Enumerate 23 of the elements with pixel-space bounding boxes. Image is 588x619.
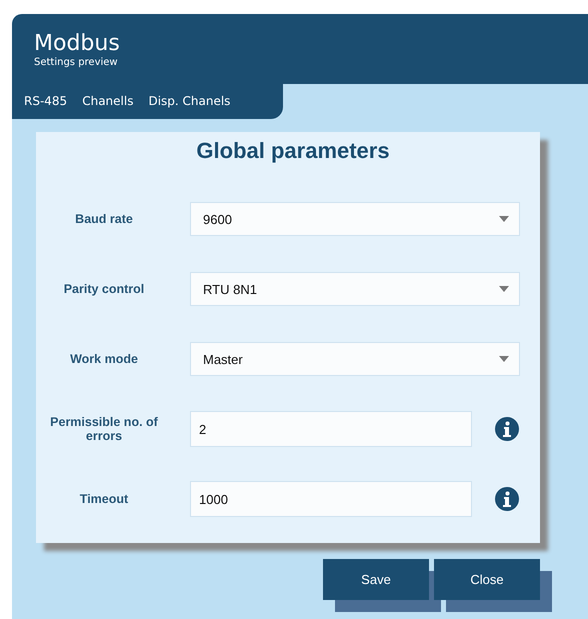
input-field[interactable]: 2 <box>190 411 472 447</box>
field-label: Work mode <box>69 352 139 366</box>
caret-icon <box>499 286 509 292</box>
field-label: Timeout <box>78 492 130 506</box>
info-icon[interactable] <box>495 417 519 441</box>
panel-title: Global parameters <box>195 138 391 164</box>
tab[interactable]: Disp. Chanels <box>148 92 230 112</box>
field-label: Baud rate <box>74 212 134 226</box>
field-label: Parity control <box>62 282 146 296</box>
info-icon[interactable] <box>495 487 519 511</box>
action-button[interactable]: Save <box>323 559 429 600</box>
dropdown-field[interactable]: RTU 8N1 <box>190 272 520 306</box>
tab[interactable]: Chanells <box>82 92 134 112</box>
dropdown-field[interactable]: Master <box>190 342 520 376</box>
field-label: Permissible no. of errors <box>49 415 159 443</box>
dropdown-field[interactable]: 9600 <box>190 202 520 236</box>
caret-icon <box>499 216 509 222</box>
app-subtitle: Settings preview <box>34 56 119 70</box>
input-field[interactable]: 1000 <box>190 481 472 517</box>
app-title: Modbus <box>34 32 121 56</box>
caret-icon <box>499 356 509 362</box>
action-button[interactable]: Close <box>434 559 540 600</box>
tab[interactable]: RS-485 <box>24 92 68 112</box>
